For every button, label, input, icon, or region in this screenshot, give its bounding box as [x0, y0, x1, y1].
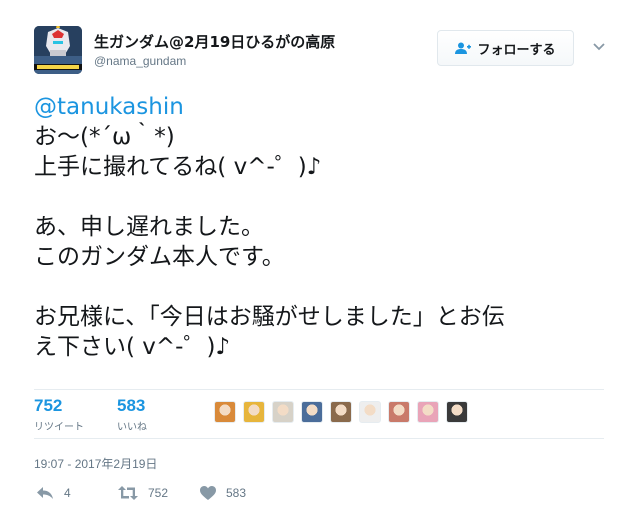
tweet-line-blank-1	[34, 182, 614, 212]
mention-link[interactable]: @tanukashin	[34, 92, 614, 122]
liker-avatar-8[interactable]	[417, 401, 439, 423]
gundam-avatar-image	[34, 26, 82, 74]
reply-action[interactable]: 4	[36, 486, 71, 500]
retweet-stat[interactable]: 752 リツイート	[34, 396, 84, 433]
user-display-name[interactable]: 生ガンダム@2月19日ひるがの高原	[94, 31, 335, 52]
like-stat-label: いいね	[117, 422, 147, 433]
retweet-count: 752	[148, 486, 169, 500]
liker-avatar-4[interactable]	[301, 401, 323, 423]
liker-avatar-5[interactable]	[330, 401, 352, 423]
liker-avatar-6[interactable]	[359, 401, 381, 423]
liker-avatar-3[interactable]	[272, 401, 294, 423]
divider-top	[34, 389, 604, 390]
heart-icon	[200, 486, 216, 500]
retweet-icon	[118, 486, 138, 500]
like-stat[interactable]: 583 いいね	[117, 396, 147, 433]
tweet-line-7: お兄様に、「今日はお騒がせしました」とお伝	[34, 304, 505, 330]
tweet-text: @tanukashin お〜(*´ω｀*) 上手に撮れてるね( v^-゜)♪ あ…	[34, 92, 614, 362]
divider-bottom	[34, 438, 604, 439]
follow-button-label: フォローする	[477, 42, 556, 58]
tweet-line-1: お〜(*´ω｀*)	[34, 124, 175, 150]
retweet-stat-count: 752	[34, 396, 63, 415]
tweet-line-4: あ、申し遅れました。	[34, 214, 264, 240]
tweet-line-blank-2	[34, 272, 614, 302]
retweet-action[interactable]: 752	[118, 486, 168, 500]
liker-avatar-9[interactable]	[446, 401, 468, 423]
tweet-line-5: このガンダム本人です。	[34, 244, 285, 270]
tweet-line-8: え下さい( v^-゜)♪	[34, 334, 231, 360]
like-count: 583	[226, 486, 247, 500]
chevron-down-icon[interactable]	[592, 42, 606, 52]
liker-avatar-2[interactable]	[243, 401, 265, 423]
like-stat-count: 583	[117, 396, 146, 415]
avatar[interactable]	[34, 26, 82, 74]
like-action[interactable]: 583	[200, 486, 246, 500]
liker-avatar-7[interactable]	[388, 401, 410, 423]
reply-count: 4	[64, 486, 71, 500]
retweet-stat-label: リツイート	[34, 422, 84, 433]
user-handle[interactable]: @nama_gundam	[94, 54, 186, 68]
liker-avatar-1[interactable]	[214, 401, 236, 423]
tweet-timestamp[interactable]: 19:07 - 2017年2月19日	[34, 455, 157, 472]
tweet-line-2: 上手に撮れてるね( v^-゜)♪	[34, 154, 322, 180]
add-user-icon	[455, 42, 472, 54]
reply-icon	[37, 487, 53, 499]
liker-avatars	[214, 401, 475, 423]
follow-button[interactable]: フォローする	[437, 30, 574, 66]
